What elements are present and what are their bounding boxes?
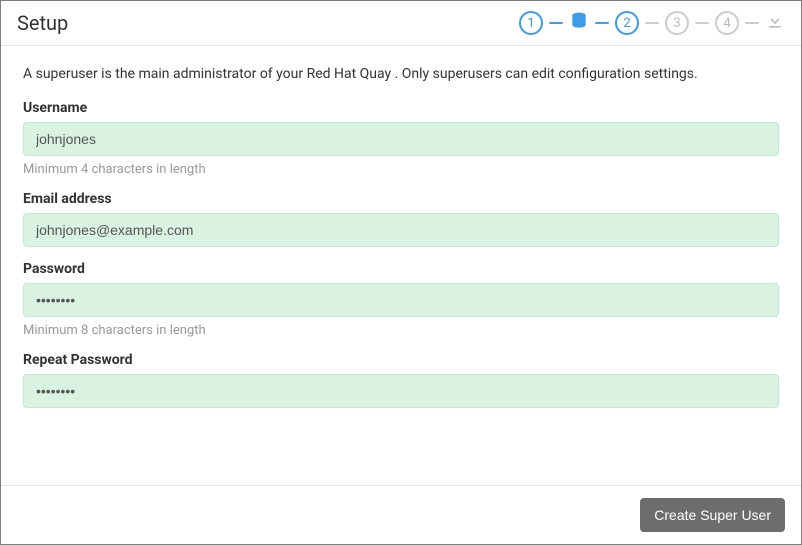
setup-stepper: 1 2 3 4 <box>519 11 785 35</box>
password-help: Minimum 8 characters in length <box>23 323 779 338</box>
password-label: Password <box>23 261 779 277</box>
email-label: Email address <box>23 191 779 207</box>
create-super-user-button[interactable]: Create Super User <box>640 498 785 532</box>
email-input[interactable] <box>23 213 779 247</box>
step-4: 4 <box>715 11 739 35</box>
step-dash <box>549 22 563 24</box>
repeat-password-label: Repeat Password <box>23 352 779 368</box>
password-input[interactable] <box>23 283 779 317</box>
username-label: Username <box>23 100 779 116</box>
intro-text: A superuser is the main administrator of… <box>23 66 779 82</box>
step-dash <box>695 22 709 24</box>
password-field-group: Password Minimum 8 characters in length <box>23 261 779 338</box>
modal-title: Setup <box>17 11 68 35</box>
modal-body: A superuser is the main administrator of… <box>1 46 801 485</box>
email-field-group: Email address <box>23 191 779 247</box>
step-dash <box>645 22 659 24</box>
repeat-password-input[interactable] <box>23 374 779 408</box>
setup-modal: Setup 1 2 3 4 A superuser is the main ad… <box>0 0 802 545</box>
step-1[interactable]: 1 <box>519 11 543 35</box>
database-icon[interactable] <box>569 11 589 35</box>
repeat-password-field-group: Repeat Password <box>23 352 779 408</box>
step-dash <box>595 22 609 24</box>
username-field-group: Username Minimum 4 characters in length <box>23 100 779 177</box>
download-icon <box>765 11 785 35</box>
modal-footer: Create Super User <box>1 485 801 544</box>
step-3: 3 <box>665 11 689 35</box>
step-2[interactable]: 2 <box>615 11 639 35</box>
username-help: Minimum 4 characters in length <box>23 162 779 177</box>
modal-header: Setup 1 2 3 4 <box>1 1 801 46</box>
step-dash <box>745 22 759 24</box>
username-input[interactable] <box>23 122 779 156</box>
